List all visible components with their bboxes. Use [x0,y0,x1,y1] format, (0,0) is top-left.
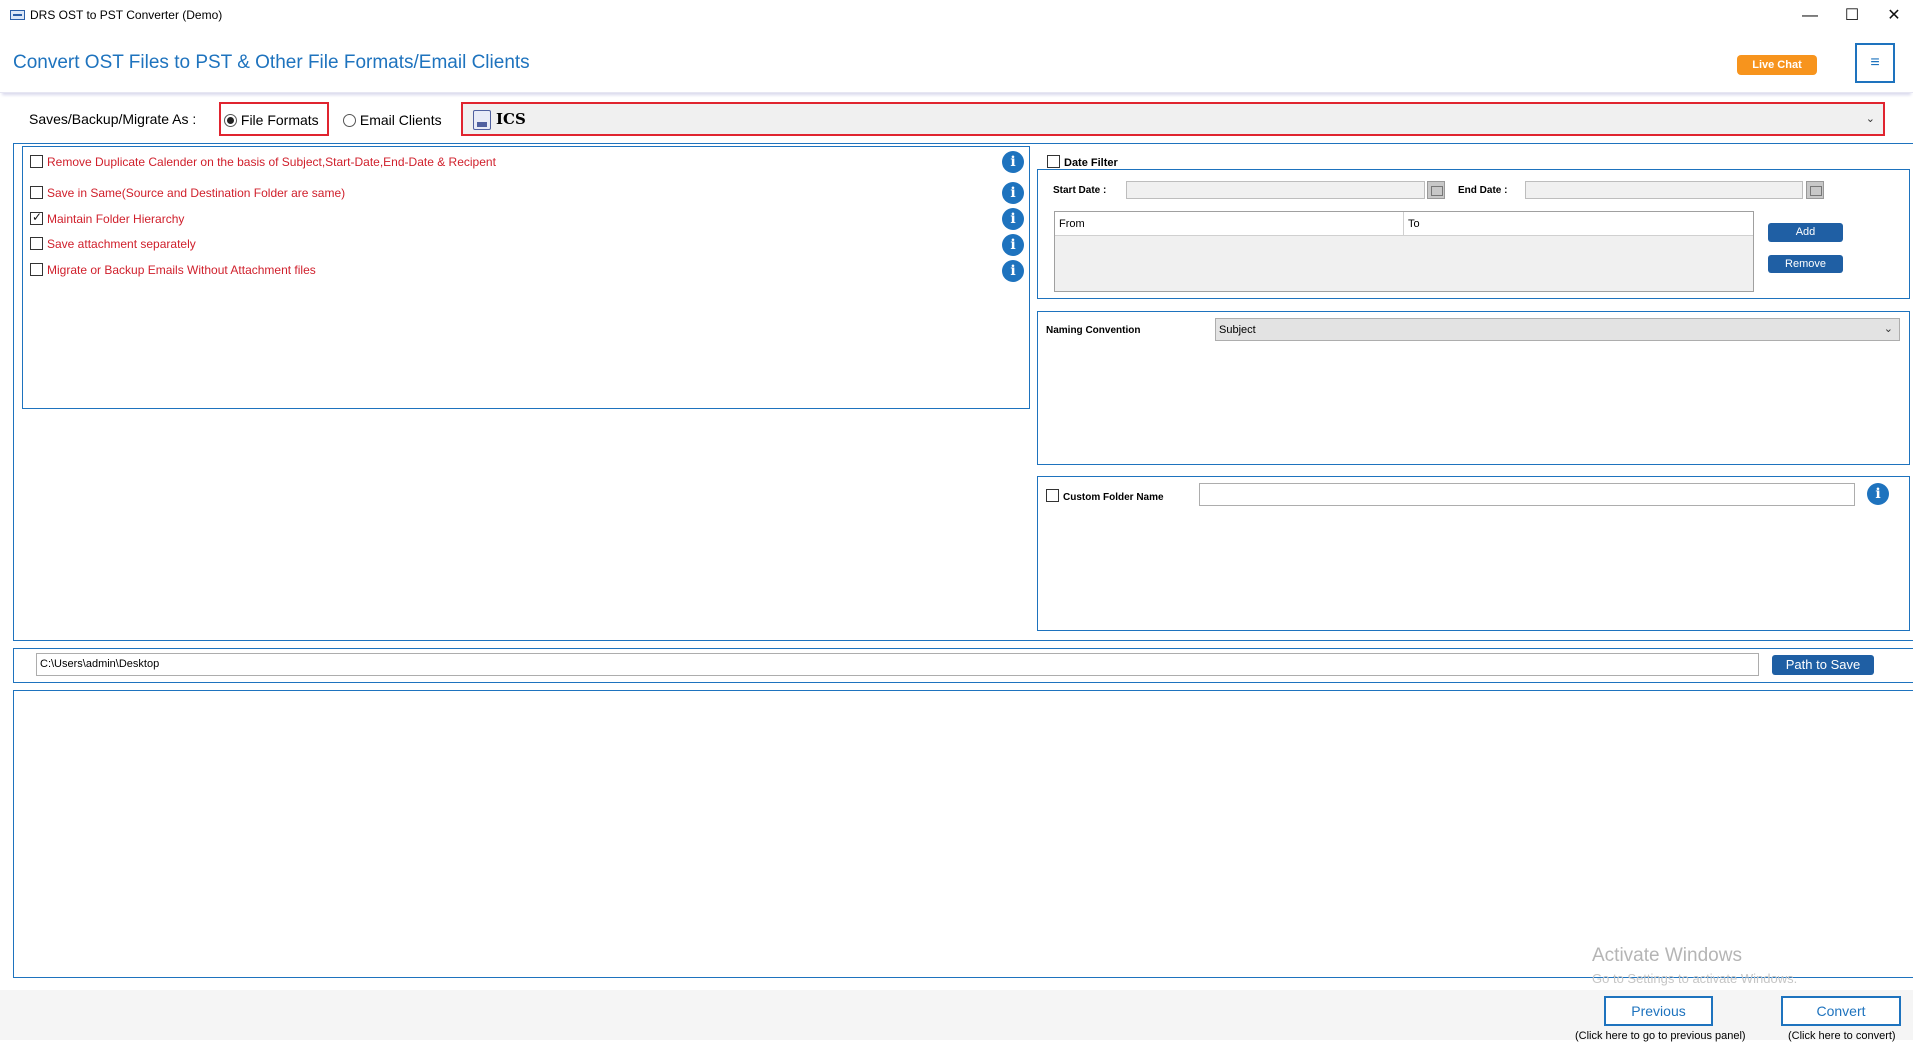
date-range-table: From To [1054,211,1754,292]
radio-selected-icon[interactable] [224,114,237,127]
convert-hint: (Click here to convert) [1788,1030,1896,1042]
live-chat-button[interactable]: Live Chat [1737,55,1817,75]
date-range-header: From To [1055,212,1753,236]
convert-button[interactable]: Convert [1781,996,1901,1026]
option-label: Maintain Folder Hierarchy [47,212,185,226]
window-title: DRS OST to PST Converter (Demo) [30,8,223,22]
log-area [13,690,1913,978]
end-date-input[interactable] [1525,181,1803,199]
info-icon[interactable]: i [1002,260,1024,282]
checkbox-icon[interactable] [30,186,43,199]
to-column-header: To [1408,218,1420,230]
info-icon[interactable]: i [1002,182,1024,204]
email-clients-label: Email Clients [359,112,442,128]
checkbox-icon[interactable] [1047,155,1060,168]
path-input[interactable]: C:\Users\admin\Desktop [36,653,1759,676]
start-date-label: Start Date : [1053,185,1107,196]
activate-windows-watermark: Activate Windows [1592,945,1742,966]
calendar-icon[interactable] [1806,181,1824,199]
app-header: Convert OST Files to PST & Other File Fo… [0,33,1913,93]
end-date-label: End Date : [1458,185,1508,196]
option-label: Migrate or Backup Emails Without Attachm… [47,263,316,277]
checkbox-icon[interactable] [1046,489,1059,502]
path-to-save-button[interactable]: Path to Save [1772,655,1874,675]
chevron-down-icon: ⌄ [1883,323,1893,335]
date-filter-label: Date Filter [1064,157,1118,169]
option-label: Save attachment separately [47,237,196,251]
minimize-button[interactable]: — [1790,4,1830,28]
remove-date-button[interactable]: Remove [1768,255,1843,273]
chevron-down-icon: ⌄ [1865,113,1875,125]
checkbox-icon[interactable] [30,263,43,276]
page-title: Convert OST Files to PST & Other File Fo… [13,52,530,73]
info-icon[interactable]: i [1002,151,1024,173]
date-filter-toggle[interactable]: Date Filter [1047,155,1118,169]
start-date-input[interactable] [1126,181,1425,199]
info-icon[interactable]: i [1867,483,1889,505]
add-date-button[interactable]: Add [1768,223,1843,242]
naming-convention-value: Subject [1219,324,1256,336]
info-icon[interactable]: i [1002,208,1024,230]
custom-folder-label: Custom Folder Name [1063,492,1164,503]
title-bar: DRS OST to PST Converter (Demo) — ☐ ✕ [0,0,1913,31]
previous-hint: (Click here to go to previous panel) [1575,1030,1746,1042]
email-clients-radio[interactable]: Email Clients [343,112,442,128]
option-label: Save in Same(Source and Destination Fold… [47,186,346,200]
maximize-button[interactable]: ☐ [1832,4,1872,28]
hamburger-menu-icon[interactable]: ≡ [1855,43,1895,83]
file-formats-radio[interactable]: File Formats [224,112,319,128]
option-without-attachment[interactable]: Migrate or Backup Emails Without Attachm… [30,263,316,277]
close-button[interactable]: ✕ [1874,4,1913,28]
checkbox-checked-icon[interactable] [30,210,43,225]
option-save-attachment[interactable]: Save attachment separately [30,237,196,251]
app-icon [10,10,25,20]
calendar-icon[interactable] [1427,181,1445,199]
ics-file-icon [473,110,491,130]
previous-button[interactable]: Previous [1604,996,1713,1026]
activate-windows-subtext: Go to Settings to activate Windows. [1592,971,1798,986]
checkbox-icon[interactable] [30,155,43,168]
option-save-in-same[interactable]: Save in Same(Source and Destination Fold… [30,186,345,200]
radio-unselected-icon[interactable] [343,114,356,127]
save-as-label: Saves/Backup/Migrate As : [29,111,197,127]
checkbox-icon[interactable] [30,237,43,250]
option-label: Remove Duplicate Calender on the basis o… [47,155,496,169]
custom-folder-input[interactable] [1199,483,1855,506]
info-icon[interactable]: i [1002,234,1024,256]
format-dropdown[interactable]: ICS ⌄ [461,102,1885,136]
custom-folder-toggle[interactable]: Custom Folder Name [1046,489,1164,503]
option-maintain-hierarchy[interactable]: Maintain Folder Hierarchy [30,210,185,226]
column-divider [1403,212,1404,236]
naming-convention-dropdown[interactable]: Subject ⌄ [1215,318,1900,341]
option-remove-duplicate[interactable]: Remove Duplicate Calender on the basis o… [30,155,496,169]
naming-convention-label: Naming Convention [1046,325,1141,336]
format-dropdown-value: ICS [496,110,526,128]
file-formats-label: File Formats [240,112,319,128]
from-column-header: From [1059,218,1085,230]
